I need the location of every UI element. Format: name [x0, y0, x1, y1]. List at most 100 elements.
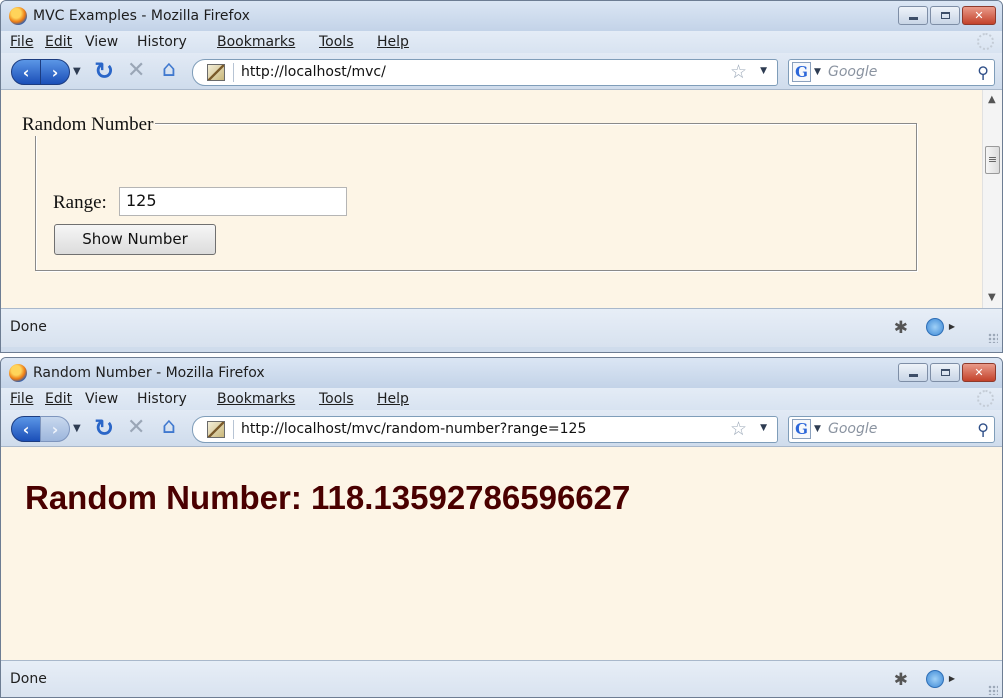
site-favicon-icon: [207, 421, 225, 438]
minimize-icon: [908, 17, 918, 20]
close-icon: ✕: [974, 9, 984, 22]
navigation-toolbar: ‹ › ▼ ↻ ✕ ⌂ http://localhost/mvc/random-…: [1, 410, 1002, 446]
page-content: Random Number: 118.13592786596627: [1, 446, 1002, 661]
maximize-button[interactable]: [930, 363, 960, 382]
title-bar[interactable]: Random Number - Mozilla Firefox ✕: [1, 358, 1002, 388]
firefox-window-mvc-examples: MVC Examples - Mozilla Firefox ✕ File Ed…: [0, 0, 1003, 353]
range-input[interactable]: 125: [119, 187, 347, 216]
history-dropdown-icon[interactable]: ▼: [73, 423, 81, 434]
window-controls: ✕: [898, 363, 996, 382]
menu-help[interactable]: Help: [377, 391, 409, 407]
scroll-thumb[interactable]: ≡: [985, 146, 1000, 174]
url-separator: [233, 420, 234, 439]
back-button[interactable]: ‹: [11, 59, 41, 85]
search-box[interactable]: G ▼ Google ⚲: [788, 416, 995, 443]
search-magnifier-icon[interactable]: ⚲: [977, 420, 989, 439]
vertical-scrollbar[interactable]: ▲ ≡ ▼: [982, 90, 1002, 309]
status-bar: Done ✱ ▶: [1, 308, 1002, 347]
addon-dropdown-icon[interactable]: ▶: [949, 322, 955, 331]
title-bar[interactable]: MVC Examples - Mozilla Firefox ✕: [1, 1, 1002, 31]
menu-help[interactable]: Help: [377, 34, 409, 50]
firebug-icon[interactable]: ✱: [894, 670, 908, 690]
google-engine-icon[interactable]: G: [792, 62, 811, 82]
google-engine-icon[interactable]: G: [792, 419, 811, 439]
menu-file[interactable]: File: [10, 391, 33, 407]
maximize-button[interactable]: [930, 6, 960, 25]
throbber-icon: [977, 33, 994, 50]
stop-icon[interactable]: ✕: [127, 415, 145, 440]
window-title: Random Number - Mozilla Firefox: [33, 365, 265, 381]
window-title: MVC Examples - Mozilla Firefox: [33, 8, 250, 24]
scroll-up-arrow-icon[interactable]: ▲: [988, 94, 996, 105]
forward-button[interactable]: ›: [40, 416, 70, 442]
minimize-button[interactable]: [898, 363, 928, 382]
bookmark-star-icon[interactable]: ☆: [730, 61, 747, 83]
forward-button[interactable]: ›: [40, 59, 70, 85]
show-number-button[interactable]: Show Number: [54, 224, 216, 255]
reload-icon[interactable]: ↻: [94, 414, 114, 442]
site-favicon-icon: [207, 64, 225, 81]
range-label: Range:: [53, 192, 107, 213]
addon-dropdown-icon[interactable]: ▶: [949, 674, 955, 683]
back-arrow-icon: ‹: [22, 419, 30, 439]
fieldset-legend: Random Number: [20, 114, 156, 136]
maximize-icon: [940, 12, 950, 19]
addon-status-icon[interactable]: [926, 670, 944, 688]
menu-history[interactable]: History: [137, 391, 187, 407]
menu-edit[interactable]: Edit: [45, 391, 72, 407]
reload-icon[interactable]: ↻: [94, 57, 114, 85]
resize-grip-icon[interactable]: [988, 685, 998, 695]
search-magnifier-icon[interactable]: ⚲: [977, 63, 989, 82]
close-button[interactable]: ✕: [962, 363, 996, 382]
forward-arrow-icon: ›: [51, 419, 59, 439]
stop-icon[interactable]: ✕: [127, 58, 145, 83]
home-icon[interactable]: ⌂: [162, 414, 176, 439]
firefox-icon: [9, 7, 27, 25]
throbber-icon: [977, 390, 994, 407]
menu-history[interactable]: History: [137, 34, 187, 50]
search-placeholder[interactable]: Google: [828, 64, 877, 80]
page-content: Random Number Range: 125 Show Number ▲ ≡…: [1, 89, 1002, 309]
close-button[interactable]: ✕: [962, 6, 996, 25]
resize-grip-icon[interactable]: [988, 333, 998, 343]
random-number-heading: Random Number: 118.13592786596627: [25, 479, 631, 516]
menu-tools[interactable]: Tools: [319, 34, 354, 50]
firebug-icon[interactable]: ✱: [894, 318, 908, 338]
url-bar[interactable]: http://localhost/mvc/ ☆ ▼: [192, 59, 778, 86]
close-icon: ✕: [974, 366, 984, 379]
minimize-icon: [908, 374, 918, 377]
navigation-toolbar: ‹ › ▼ ↻ ✕ ⌂ http://localhost/mvc/ ☆ ▼ G …: [1, 53, 1002, 89]
search-placeholder[interactable]: Google: [828, 421, 877, 437]
firefox-icon: [9, 364, 27, 382]
menu-bar: File Edit View History Bookmarks Tools H…: [1, 388, 1002, 410]
url-bar[interactable]: http://localhost/mvc/random-number?range…: [192, 416, 778, 443]
url-dropdown-icon[interactable]: ▼: [760, 423, 767, 433]
status-text: Done: [10, 671, 47, 687]
menu-bar: File Edit View History Bookmarks Tools H…: [1, 31, 1002, 53]
url-dropdown-icon[interactable]: ▼: [760, 66, 767, 76]
url-text[interactable]: http://localhost/mvc/random-number?range…: [241, 421, 586, 437]
search-box[interactable]: G ▼ Google ⚲: [788, 59, 995, 86]
home-icon[interactable]: ⌂: [162, 57, 176, 82]
menu-file[interactable]: File: [10, 34, 33, 50]
url-text[interactable]: http://localhost/mvc/: [241, 64, 386, 80]
status-text: Done: [10, 319, 47, 335]
minimize-button[interactable]: [898, 6, 928, 25]
menu-bookmarks[interactable]: Bookmarks: [217, 391, 295, 407]
menu-bookmarks[interactable]: Bookmarks: [217, 34, 295, 50]
engine-dropdown-icon[interactable]: ▼: [814, 424, 821, 434]
status-bar: Done ✱ ▶: [1, 660, 1002, 697]
engine-dropdown-icon[interactable]: ▼: [814, 67, 821, 77]
addon-status-icon[interactable]: [926, 318, 944, 336]
menu-view[interactable]: View: [85, 34, 118, 50]
bookmark-star-icon[interactable]: ☆: [730, 418, 747, 440]
menu-view[interactable]: View: [85, 391, 118, 407]
back-arrow-icon: ‹: [22, 62, 30, 82]
menu-edit[interactable]: Edit: [45, 34, 72, 50]
url-separator: [233, 63, 234, 82]
window-controls: ✕: [898, 6, 996, 25]
history-dropdown-icon[interactable]: ▼: [73, 66, 81, 77]
scroll-down-arrow-icon[interactable]: ▼: [988, 292, 996, 303]
back-button[interactable]: ‹: [11, 416, 41, 442]
menu-tools[interactable]: Tools: [319, 391, 354, 407]
